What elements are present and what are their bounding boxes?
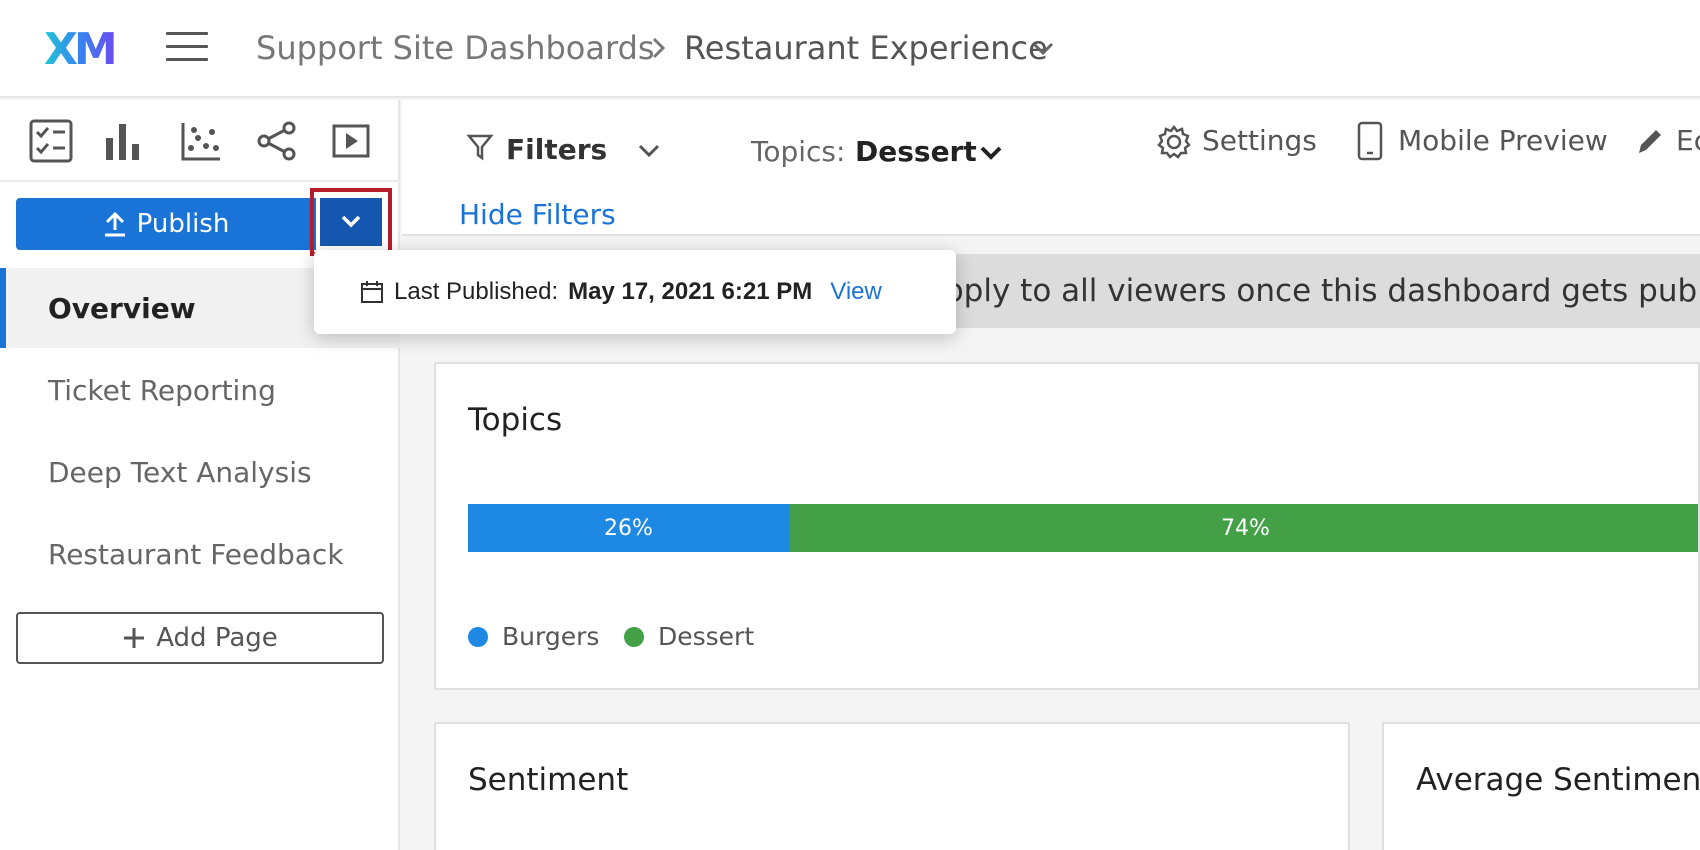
bar-segment-label: 26% xyxy=(603,515,653,541)
breadcrumb-current[interactable]: Restaurant Experience xyxy=(684,28,1048,68)
filter-bar: Filters Topics: Dessert Settings Mobile … xyxy=(402,100,1700,236)
chevron-right-icon xyxy=(652,37,666,59)
sidebar-item-restaurant-feedback[interactable]: Restaurant Feedback xyxy=(0,514,400,594)
chevron-down-icon[interactable] xyxy=(978,144,1004,162)
sidebar: Publish Overview Ticket Reporting Deep T… xyxy=(0,100,400,850)
chevron-down-icon xyxy=(341,215,361,228)
chevron-down-icon[interactable] xyxy=(636,142,662,160)
topics-stacked-bar: 26% 74% xyxy=(468,504,1698,552)
play-icon[interactable] xyxy=(328,118,374,164)
bar-chart-icon[interactable] xyxy=(100,118,146,164)
topics-title: Topics xyxy=(468,402,563,438)
upload-icon xyxy=(104,211,125,237)
legend-dot xyxy=(468,626,488,647)
xm-logo[interactable]: XM xyxy=(44,26,118,74)
legend-item-burgers: Burgers xyxy=(468,622,599,651)
edit-button[interactable]: Ec xyxy=(1676,124,1700,158)
average-sentiment-title: Average Sentiment xyxy=(1416,762,1700,798)
settings-label[interactable]: Settings xyxy=(1202,124,1317,158)
mobile-preview-button[interactable]: Mobile Preview xyxy=(1398,124,1608,158)
add-page-button[interactable]: Add Page xyxy=(16,612,384,664)
view-published-link[interactable]: View xyxy=(830,278,882,306)
hide-filters-link[interactable]: Hide Filters xyxy=(459,198,616,232)
filters-button[interactable]: Filters xyxy=(506,133,607,167)
sentiment-widget[interactable]: Sentiment xyxy=(434,722,1350,850)
bar-segment-label: 74% xyxy=(1220,515,1270,541)
last-published-date: May 17, 2021 6:21 PM xyxy=(568,278,813,305)
last-published-popover: Last Published: May 17, 2021 6:21 PM Vie… xyxy=(314,250,956,334)
mobile-icon[interactable] xyxy=(1356,120,1384,162)
topics-filter-value[interactable]: Dessert xyxy=(855,135,977,169)
publish-button[interactable]: Publish xyxy=(16,198,316,250)
average-sentiment-widget[interactable]: Average Sentiment xyxy=(1382,722,1700,850)
hamburger-menu-icon[interactable] xyxy=(166,32,208,62)
topics-filter-label: Topics: xyxy=(751,135,846,168)
legend-label: Dessert xyxy=(658,622,755,651)
bar-segment-burgers[interactable]: 26% xyxy=(468,504,789,552)
publish-dropdown-highlight xyxy=(310,188,392,256)
publish-dropdown-button[interactable] xyxy=(320,198,382,246)
legend-dot xyxy=(624,626,644,647)
settings-button[interactable] xyxy=(1156,124,1192,172)
sidebar-item-ticket-reporting[interactable]: Ticket Reporting xyxy=(0,350,400,430)
plus-icon xyxy=(124,628,145,648)
sentiment-title: Sentiment xyxy=(468,762,629,798)
checklist-icon[interactable] xyxy=(28,118,74,164)
gear-icon xyxy=(1157,124,1191,159)
last-published-label: Last Published: xyxy=(394,278,559,305)
chevron-down-icon[interactable] xyxy=(1030,38,1056,60)
calendar-icon xyxy=(361,281,383,303)
legend-label: Burgers xyxy=(502,622,600,651)
pencil-icon[interactable] xyxy=(1634,124,1664,158)
breadcrumb-root[interactable]: Support Site Dashboards xyxy=(256,28,655,68)
top-header: XM Support Site Dashboards Restaurant Ex… xyxy=(0,0,1700,98)
scatter-plot-icon[interactable] xyxy=(178,118,224,164)
add-page-label: Add Page xyxy=(156,623,278,653)
share-icon[interactable] xyxy=(254,118,300,164)
bar-segment-dessert[interactable]: 74% xyxy=(788,504,1698,552)
filter-icon[interactable] xyxy=(466,132,494,162)
topics-widget[interactable]: Topics 26% 74% Burgers Dessert xyxy=(434,362,1700,690)
sidebar-item-deep-text-analysis[interactable]: Deep Text Analysis xyxy=(0,432,400,512)
publish-label: Publish xyxy=(136,209,230,239)
sidebar-toolbar xyxy=(0,100,400,182)
legend-item-dessert: Dessert xyxy=(624,622,754,651)
